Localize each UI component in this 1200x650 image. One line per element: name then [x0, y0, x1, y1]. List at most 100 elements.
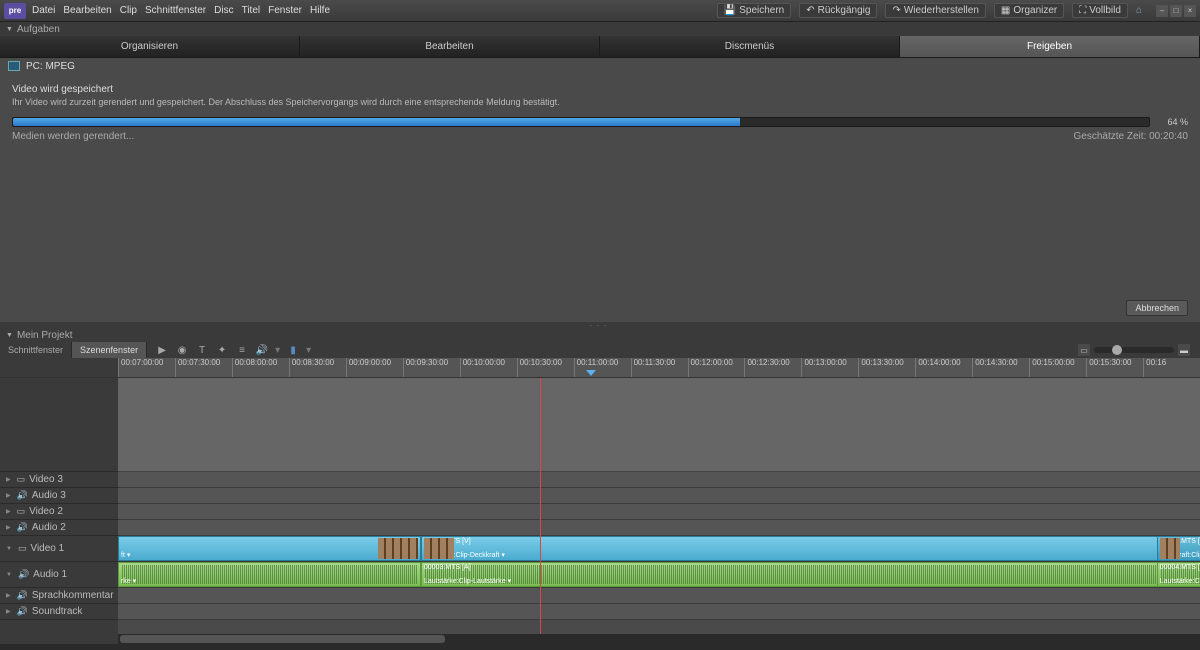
tab-discmenus[interactable]: Discmenüs: [600, 36, 900, 57]
tab-schnittfenster[interactable]: Schnittfenster: [0, 342, 72, 358]
tab-organisieren[interactable]: Organisieren: [0, 36, 300, 57]
audio-clip[interactable]: 00003.MTS [A] Lautstärke:Clip-Lautstärke…: [421, 562, 1200, 587]
menu-schnittfenster[interactable]: Schnittfenster: [145, 5, 206, 16]
film-icon: ▭: [18, 543, 27, 554]
chevron-right-icon: ▶: [6, 508, 11, 515]
chevron-right-icon: ▶: [6, 492, 11, 499]
video-clip[interactable]: ft ▾: [118, 536, 421, 561]
fullscreen-icon: ⛶: [1079, 5, 1086, 16]
ruler-ticks[interactable]: 00:07:00:00 00:07:30:00 00:08:00:00 00:0…: [118, 358, 1200, 377]
tick: 00:15:00:00: [1029, 358, 1086, 377]
cancel-button[interactable]: Abbrechen: [1126, 300, 1188, 316]
maximize-button[interactable]: □: [1170, 5, 1182, 17]
zoom-controls: ▭ ▬: [1078, 344, 1190, 356]
zoom-thumb[interactable]: [1112, 345, 1122, 355]
menu-fenster[interactable]: Fenster: [268, 5, 302, 16]
zoom-out-button[interactable]: ▭: [1078, 344, 1090, 356]
track-soundtrack[interactable]: [118, 604, 1200, 620]
chevron-right-icon: ▶: [6, 524, 11, 531]
chevron-right-icon: ▶: [6, 592, 11, 599]
zoom-slider[interactable]: [1094, 347, 1174, 353]
menu-hilfe[interactable]: Hilfe: [310, 5, 330, 16]
tab-freigeben[interactable]: Freigeben: [900, 36, 1200, 57]
menu-datei[interactable]: Datei: [32, 5, 55, 16]
undo-button[interactable]: ↶Rückgängig: [799, 3, 877, 18]
audio-clip[interactable]: rke ▾: [118, 562, 421, 587]
save-button[interactable]: 💾Speichern: [717, 3, 791, 18]
track-header-audio1[interactable]: ▼🔊Audio 1: [0, 562, 118, 588]
menubar-right: 💾Speichern ↶Rückgängig ↷Wiederherstellen…: [717, 3, 1196, 18]
menu-disc[interactable]: Disc: [214, 5, 233, 16]
film-icon: ▭: [17, 506, 26, 517]
timeline-scrollbar: [0, 634, 1200, 644]
save-label: Speichern: [739, 5, 784, 16]
track-header-video2[interactable]: ▶▭Video 2: [0, 504, 118, 520]
status-title: Video wird gespeichert: [12, 84, 1188, 95]
home-icon[interactable]: ⌂: [1136, 5, 1142, 16]
horizontal-scrollbar[interactable]: [118, 634, 1200, 644]
scroll-thumb[interactable]: [120, 635, 445, 643]
fullscreen-button[interactable]: ⛶Vollbild: [1072, 3, 1128, 18]
track-header-sprachkommentar[interactable]: ▶🔊Sprachkommentar: [0, 588, 118, 604]
clip-effect-label: Lautstärke:Clip-Lautstärke ▾: [424, 577, 511, 585]
speaker-icon[interactable]: 🔊: [255, 343, 269, 357]
minimize-button[interactable]: –: [1156, 5, 1168, 17]
track-audio3[interactable]: [118, 488, 1200, 504]
track-header-soundtrack[interactable]: ▶🔊Soundtrack: [0, 604, 118, 620]
track-audio2[interactable]: [118, 520, 1200, 536]
empty-track-area: [118, 378, 1200, 472]
track-sprachkommentar[interactable]: [118, 588, 1200, 604]
chevron-right-icon: ▶: [6, 476, 11, 483]
video-clip[interactable]: 00003.MTS [V] Deckkraft:Clip-Deckkraft ▾: [421, 536, 1200, 561]
timeline-tabs: Schnittfenster Szenenfenster ▶ ◉ T ✦ ≡ 🔊…: [0, 342, 1200, 358]
track-header-audio2[interactable]: ▶🔊Audio 2: [0, 520, 118, 536]
clip-strip: [119, 537, 420, 560]
list-tool-icon[interactable]: ≡: [235, 343, 249, 357]
disc-tool-icon[interactable]: ◉: [175, 343, 189, 357]
clip-thumbs: [424, 538, 454, 559]
video-clip-overlay[interactable]: 00004.MTS [V] Deckkraft:Clip-Deckkraft ▾: [1157, 536, 1200, 561]
track-label: Sprachkommentar: [32, 590, 114, 601]
triangle-down-icon: ▼: [6, 332, 13, 339]
track-video2[interactable]: [118, 504, 1200, 520]
export-title-bar: PC: MPEG: [0, 58, 1200, 74]
speaker-icon: 🔊: [17, 490, 28, 501]
clip-effect-label: rke ▾: [121, 577, 136, 585]
tick: 00:13:30:00: [858, 358, 915, 377]
playhead-marker[interactable]: [586, 370, 596, 378]
bookmark-tool-icon[interactable]: ▮: [286, 343, 300, 357]
tasks-label: Aufgaben: [17, 24, 60, 35]
clip-effect-label: ft ▾: [121, 551, 130, 559]
close-button[interactable]: ×: [1184, 5, 1196, 17]
organizer-button[interactable]: ▦Organizer: [994, 3, 1064, 18]
tick: 00:09:30:00: [403, 358, 460, 377]
menu-titel[interactable]: Titel: [242, 5, 261, 16]
track-audio1[interactable]: rke ▾ 00003.MTS [A] Lautstärke:Clip-Laut…: [118, 562, 1200, 588]
track-header-audio3[interactable]: ▶🔊Audio 3: [0, 488, 118, 504]
menu-clip[interactable]: Clip: [120, 5, 137, 16]
menubar: pre Datei Bearbeiten Clip Schnittfenster…: [0, 0, 1200, 22]
selection-tool-icon[interactable]: ▶: [155, 343, 169, 357]
marker-tool-icon[interactable]: ✦: [215, 343, 229, 357]
progress-fill: [13, 118, 740, 126]
audio-clip-overlay[interactable]: 00004.MTS [A] Lautstärke:Clip-Lautstärke…: [1157, 562, 1200, 587]
track-header-video1[interactable]: ▼▭Video 1: [0, 536, 118, 562]
timeline-ruler[interactable]: 00:07:00:00 00:07:30:00 00:08:00:00 00:0…: [0, 358, 1200, 378]
clip-effect-label: Lautstärke:Clip-Lautstärke ▾: [1160, 577, 1200, 585]
menu-bearbeiten[interactable]: Bearbeiten: [63, 5, 111, 16]
speaker-icon: 🔊: [17, 522, 28, 533]
track-video1[interactable]: ft ▾ 00003.MTS [V] Deckkraft:Clip-Deckkr…: [118, 536, 1200, 562]
playhead-line[interactable]: [540, 378, 541, 634]
track-video3[interactable]: [118, 472, 1200, 488]
chevron-down-icon: ▼: [6, 572, 12, 578]
progress-bar: [12, 117, 1150, 127]
track-content[interactable]: ft ▾ 00003.MTS [V] Deckkraft:Clip-Deckkr…: [118, 378, 1200, 634]
tasks-panel-header[interactable]: ▼Aufgaben: [0, 22, 1200, 36]
redo-button[interactable]: ↷Wiederherstellen: [885, 3, 985, 18]
text-tool-icon[interactable]: T: [195, 343, 209, 357]
track-header-video3[interactable]: ▶▭Video 3: [0, 472, 118, 488]
tab-bearbeiten[interactable]: Bearbeiten: [300, 36, 600, 57]
zoom-in-button[interactable]: ▬: [1178, 344, 1190, 356]
tab-szenenfenster[interactable]: Szenenfenster: [72, 342, 147, 358]
tick: 00:11:00:00: [574, 358, 631, 377]
